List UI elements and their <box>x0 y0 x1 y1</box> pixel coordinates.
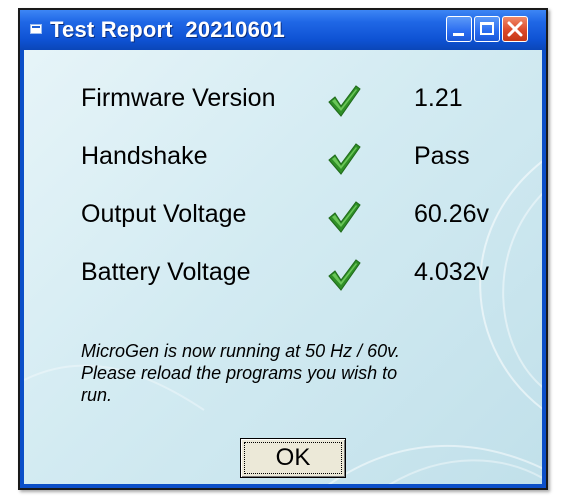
result-value: 60.26v <box>414 200 490 228</box>
close-icon <box>507 21 523 37</box>
window-menu-icon[interactable] <box>30 24 42 34</box>
result-value: 4.032v <box>414 258 490 286</box>
green-check-icon <box>328 259 361 291</box>
dialog-body: Firmware Version 1.21 Handshake Pass Out… <box>24 50 542 484</box>
test-report-window: Test Report 20210601 Firmware Version 1.… <box>18 8 548 490</box>
result-label: Firmware Version <box>81 84 276 112</box>
title-bar[interactable]: Test Report 20210601 <box>20 10 546 50</box>
maximize-button[interactable] <box>474 16 500 42</box>
status-message: MicroGen is now running at 50 Hz / 60v. … <box>81 340 481 406</box>
result-row-firmware-version: Firmware Version 1.21 <box>24 80 542 118</box>
maximize-icon <box>480 22 494 35</box>
status-message-line: run. <box>81 385 113 405</box>
green-check-icon <box>328 85 361 117</box>
result-row-output-voltage: Output Voltage 60.26v <box>24 196 542 234</box>
close-button[interactable] <box>502 16 528 42</box>
minimize-icon <box>453 33 464 36</box>
green-check-icon <box>328 201 361 233</box>
window-title: Test Report 20210601 <box>50 17 285 42</box>
result-value: 1.21 <box>414 84 463 112</box>
result-value: Pass <box>414 142 470 170</box>
result-row-handshake: Handshake Pass <box>24 138 542 176</box>
result-label: Handshake <box>81 142 208 170</box>
status-message-line: MicroGen is now running at 50 Hz / 60v. <box>81 341 400 361</box>
result-row-battery-voltage: Battery Voltage 4.032v <box>24 254 542 292</box>
green-check-icon <box>328 143 361 175</box>
result-label: Output Voltage <box>81 200 247 228</box>
status-message-line: Please reload the programs you wish to <box>81 363 398 383</box>
minimize-button[interactable] <box>446 16 472 42</box>
result-label: Battery Voltage <box>81 258 251 286</box>
ok-button[interactable]: OK <box>240 438 346 478</box>
